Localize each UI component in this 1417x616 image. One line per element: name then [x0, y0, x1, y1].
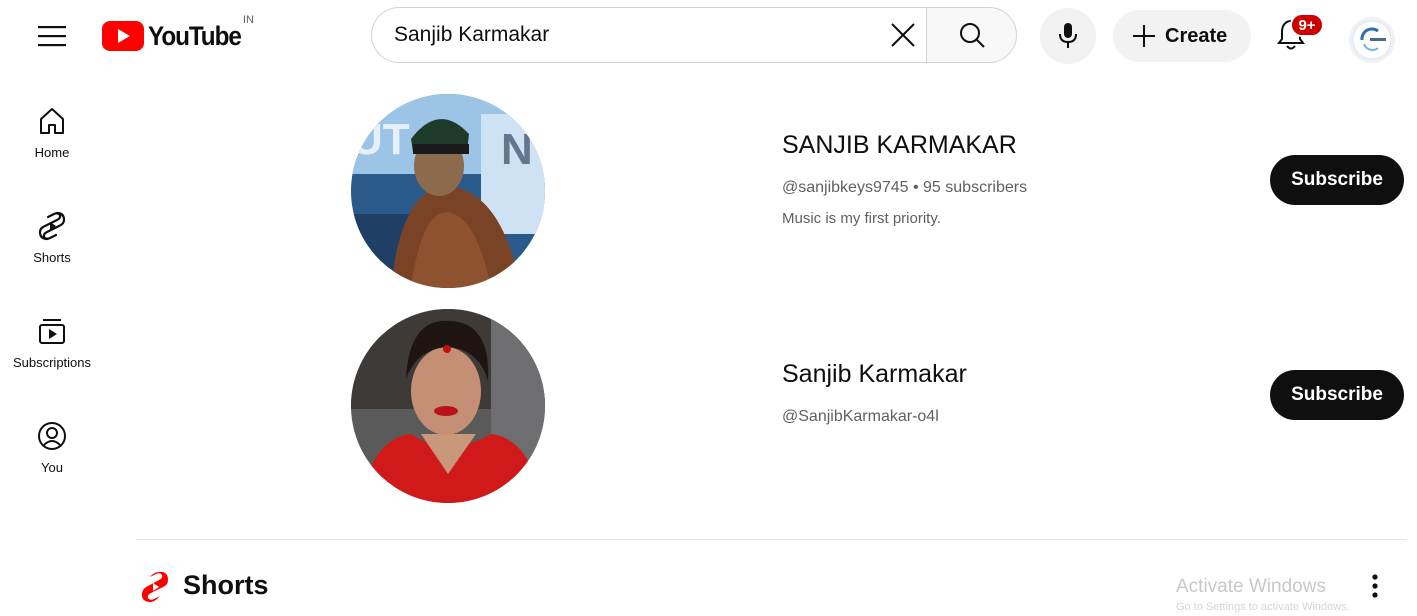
- channel-name[interactable]: Sanjib Karmakar: [782, 360, 967, 389]
- menu-button[interactable]: [30, 14, 74, 58]
- channel-description: Music is my first priority.: [782, 210, 941, 227]
- channel-meta: @SanjibKarmakar-o4l: [782, 408, 939, 425]
- home-icon: [35, 104, 69, 138]
- activate-windows-watermark: Activate Windows: [1176, 576, 1326, 597]
- channel-avatar[interactable]: UT N: [351, 94, 545, 288]
- sidebar-item-shorts[interactable]: Shorts: [0, 209, 104, 301]
- microphone-icon: [1059, 23, 1077, 48]
- channel-photo: [351, 309, 545, 503]
- more-vert-icon: [1372, 574, 1378, 598]
- create-button[interactable]: Create: [1113, 10, 1251, 62]
- svg-text:UT: UT: [351, 115, 410, 164]
- sidebar-item-subscriptions[interactable]: Subscriptions: [0, 314, 104, 406]
- search-input[interactable]: [394, 23, 864, 47]
- svg-text:N: N: [501, 125, 533, 174]
- hamburger-icon: [38, 26, 66, 47]
- youtube-logo[interactable]: YouTube IN: [102, 14, 254, 54]
- create-label: Create: [1165, 24, 1228, 47]
- notification-badge: 9+: [1290, 13, 1324, 37]
- activate-windows-subtext: Go to Settings to activate Windows.: [1176, 601, 1350, 613]
- subscriptions-icon: [35, 314, 69, 348]
- more-options-button[interactable]: [1358, 569, 1392, 603]
- you-icon: [35, 419, 69, 453]
- channel-avatar[interactable]: [351, 309, 545, 503]
- channel-name[interactable]: SANJIB KARMAKAR: [782, 131, 1017, 160]
- shorts-section-title: Shorts: [183, 570, 269, 600]
- close-icon: [891, 23, 915, 47]
- sidebar-item-label: Shorts: [33, 250, 71, 265]
- search-box[interactable]: [371, 7, 927, 63]
- search-button[interactable]: [926, 7, 1017, 63]
- channel-meta: @sanjibkeys9745 • 95 subscribers: [782, 179, 1028, 196]
- account-logo-icon: [1352, 20, 1392, 60]
- shorts-icon: [35, 209, 69, 243]
- subscribe-button[interactable]: Subscribe: [1270, 370, 1404, 420]
- youtube-play-icon: [102, 21, 144, 51]
- shorts-logo-icon: [141, 571, 168, 603]
- clear-search-button[interactable]: [880, 12, 926, 58]
- sidebar-item-you[interactable]: You: [0, 419, 104, 511]
- section-divider: [136, 539, 1406, 540]
- sidebar-item-home[interactable]: Home: [0, 104, 104, 196]
- sidebar-item-label: Subscriptions: [12, 355, 92, 370]
- sidebar-item-label: Home: [34, 145, 70, 160]
- sidebar-item-label: You: [41, 460, 63, 475]
- country-code: IN: [243, 14, 254, 26]
- channel-photo: UT N: [351, 94, 545, 288]
- account-avatar[interactable]: [1349, 17, 1395, 63]
- logo-wordmark: YouTube: [148, 20, 242, 51]
- plus-icon: [1133, 25, 1155, 47]
- search-icon: [959, 23, 985, 48]
- voice-search-button[interactable]: [1040, 8, 1096, 64]
- subscribe-button[interactable]: Subscribe: [1270, 155, 1404, 205]
